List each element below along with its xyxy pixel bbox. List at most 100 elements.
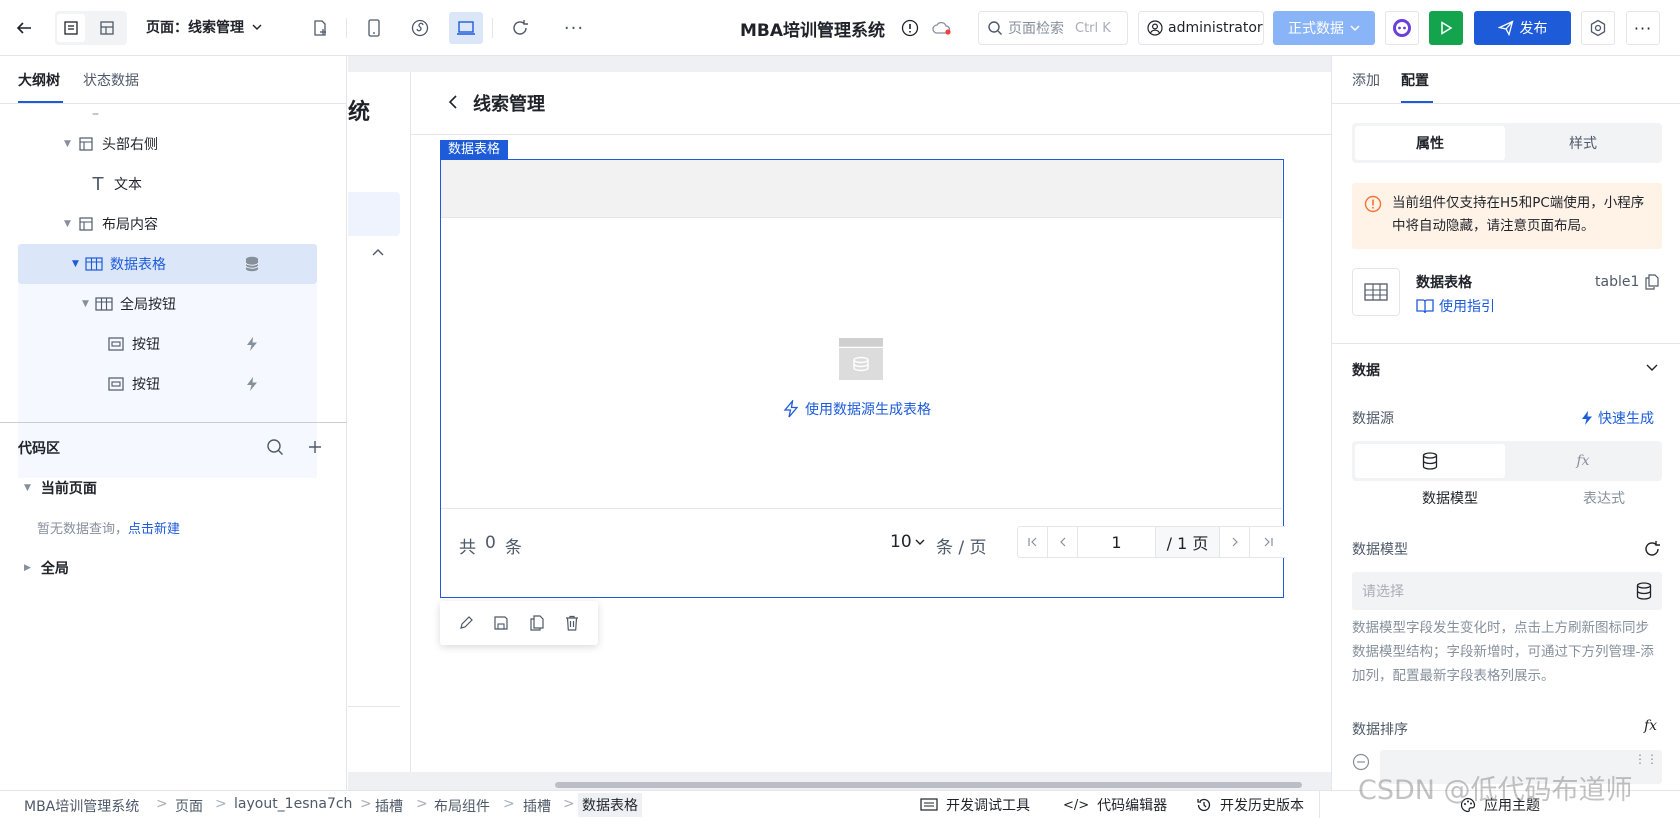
table-icon <box>84 254 104 274</box>
breadcrumb-item[interactable]: MBA培训管理系统 <box>24 796 139 816</box>
env-select-button[interactable]: 正式数据 <box>1273 11 1375 45</box>
copy-icon[interactable] <box>1645 274 1659 290</box>
data-model-select[interactable]: 请选择 <box>1352 572 1662 610</box>
back-arrow-icon[interactable] <box>10 14 38 42</box>
dev-tools-button[interactable]: 开发调试工具 <box>920 795 1030 815</box>
copy-icon[interactable] <box>529 615 545 631</box>
ai-assistant-icon[interactable] <box>1385 11 1419 45</box>
chevron-up-icon[interactable] <box>372 248 384 256</box>
more-icon[interactable]: ··· <box>560 14 588 42</box>
tree-item-text[interactable]: T 文本 <box>18 164 317 204</box>
tab-add[interactable]: 添加 <box>1352 70 1380 90</box>
breadcrumb-item[interactable]: layout_1esna7ch <box>234 796 352 812</box>
horizontal-scrollbar[interactable] <box>555 782 1302 788</box>
info-icon[interactable] <box>896 14 924 42</box>
database-icon[interactable] <box>245 256 259 272</box>
segment-style[interactable]: 样式 <box>1508 126 1658 160</box>
tree-item-layout-content[interactable]: ▼ 布局内容 <box>18 204 317 244</box>
tree-item-data-table[interactable]: ▼ 数据表格 <box>18 244 317 284</box>
user-menu[interactable]: administrator <box>1138 11 1264 45</box>
tree-item-header-right[interactable]: ▼ 头部右侧 <box>18 124 317 164</box>
first-page-icon[interactable] <box>1018 527 1048 557</box>
page-selector[interactable]: 页面：线索管理 <box>146 17 262 37</box>
tab-state-data[interactable]: 状态数据 <box>83 70 139 90</box>
component-id: table1 <box>1595 274 1659 290</box>
segment-properties[interactable]: 属性 <box>1355 126 1505 160</box>
lightning-icon[interactable] <box>245 336 259 352</box>
chevron-down-icon <box>252 22 262 32</box>
data-table[interactable]: 使用数据源生成表格 共 0 条 10 条 / 页 1 / 1 页 <box>440 159 1286 598</box>
layout-icon[interactable] <box>93 14 121 42</box>
current-page-group[interactable]: ▼ 当前页面 <box>24 478 97 498</box>
palette-icon <box>1460 797 1476 813</box>
settings-icon[interactable] <box>1581 11 1615 45</box>
new-page-icon[interactable] <box>306 14 334 42</box>
more-menu-icon[interactable]: ··· <box>1626 11 1660 45</box>
tree-item-button[interactable]: 按钮 <box>18 364 317 404</box>
breadcrumb-item[interactable]: 插槽 <box>375 796 403 816</box>
code-editor-button[interactable]: </> 代码编辑器 <box>1063 795 1167 815</box>
refresh-icon[interactable] <box>1643 540 1661 558</box>
search-icon <box>987 20 1003 36</box>
page-search-input[interactable]: 页面检索 Ctrl K <box>978 11 1128 45</box>
preview-play-button[interactable] <box>1429 11 1463 45</box>
publish-button[interactable]: 发布 <box>1474 11 1571 45</box>
page-icon[interactable] <box>57 14 85 42</box>
save-icon[interactable] <box>493 615 509 631</box>
back-chevron-icon[interactable] <box>447 94 459 110</box>
tab-outline-tree[interactable]: 大纲树 <box>18 70 60 90</box>
drag-handle-icon[interactable]: ⋮⋮ <box>1634 753 1658 765</box>
guide-link[interactable]: 使用指引 <box>1416 296 1495 316</box>
breadcrumb-item[interactable]: 页面 <box>175 796 203 816</box>
last-page-icon[interactable] <box>1250 527 1286 557</box>
top-toolbar: 页面：线索管理 ··· MBA培训管理系统 页面检索 Ctrl K admini… <box>0 0 1680 56</box>
sidebar-active-item[interactable] <box>348 192 400 236</box>
next-page-icon[interactable] <box>1220 527 1250 557</box>
global-group[interactable]: ▶ 全局 <box>24 558 69 578</box>
breadcrumb-item[interactable]: 插槽 <box>523 796 551 816</box>
fx-icon[interactable]: fx <box>1644 718 1657 734</box>
database-icon[interactable] <box>1355 444 1505 478</box>
chevron-down-icon[interactable] <box>1646 362 1658 372</box>
option-data-model[interactable]: 数据模型 <box>1410 488 1490 508</box>
cloud-sync-icon[interactable] <box>928 14 956 42</box>
create-query-link[interactable]: 点击新建 <box>128 522 180 537</box>
history-button[interactable]: 开发历史版本 <box>1196 795 1304 815</box>
search-icon[interactable] <box>266 438 284 456</box>
history-icon <box>1196 797 1212 813</box>
remove-circle-icon[interactable] <box>1352 753 1370 771</box>
tree-item-button[interactable]: 按钮 <box>18 324 317 364</box>
miniprogram-icon[interactable] <box>406 14 434 42</box>
text-icon: T <box>92 173 104 195</box>
app-title: MBA培训管理系统 <box>740 21 886 41</box>
breadcrumb-item[interactable]: 布局组件 <box>434 796 490 816</box>
edit-icon[interactable] <box>458 615 474 631</box>
prev-page-icon[interactable] <box>1048 527 1078 557</box>
generate-table-link[interactable]: 使用数据源生成表格 <box>783 399 931 419</box>
desktop-icon[interactable] <box>449 12 483 44</box>
book-icon <box>1416 298 1434 314</box>
breadcrumb-current[interactable]: 数据表格 <box>578 793 642 817</box>
play-icon <box>1441 21 1453 35</box>
tab-config[interactable]: 配置 <box>1401 70 1429 90</box>
data-sort-field[interactable] <box>1380 750 1662 784</box>
quick-generate-link[interactable]: 快速生成 <box>1580 408 1654 428</box>
option-expression[interactable]: 表达式 <box>1564 488 1644 508</box>
table-icon <box>94 294 114 314</box>
page-size-select[interactable]: 10 <box>890 532 925 552</box>
datasource-label: 数据源 <box>1352 411 1394 427</box>
mobile-icon[interactable] <box>360 14 388 42</box>
app-theme-button[interactable]: 应用主题 <box>1460 795 1540 815</box>
refresh-icon[interactable] <box>506 14 534 42</box>
page-selector-label: 页面：线索管理 <box>146 20 244 36</box>
user-icon <box>1147 20 1163 36</box>
current-page-input[interactable]: 1 <box>1078 527 1156 557</box>
add-icon[interactable] <box>306 438 324 456</box>
lightning-icon[interactable] <box>245 376 259 392</box>
delete-icon[interactable] <box>564 615 580 631</box>
code-area-title: 代码区 <box>18 441 60 457</box>
notice-text: 当前组件仅支持在H5和PC端使用，小程序中将自动隐藏，请注意页面布局。 <box>1392 195 1645 234</box>
fx-icon[interactable]: fx <box>1508 444 1658 478</box>
total-count: 共 0 条 <box>459 533 522 558</box>
tree-item-global-buttons[interactable]: ▼ 全局按钮 <box>18 284 317 324</box>
